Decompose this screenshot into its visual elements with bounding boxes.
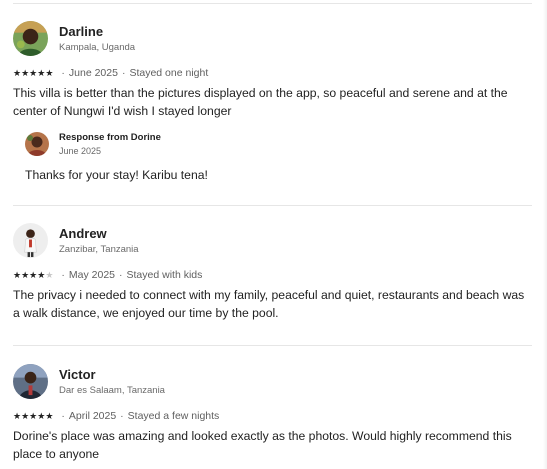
reviewer-location: Kampala, Uganda xyxy=(59,42,136,53)
reviewer-avatar[interactable] xyxy=(13,364,48,399)
reviewer-avatar[interactable] xyxy=(13,223,48,258)
person-photo-icon xyxy=(13,364,48,399)
review-divider xyxy=(13,205,532,206)
reviewer-name[interactable]: Andrew xyxy=(59,226,107,241)
reviewer-location: Dar es Salaam, Tanzania xyxy=(59,385,165,396)
star-icon: ★ xyxy=(29,410,38,421)
star-rating: ★ ★ ★ ★ ★ xyxy=(13,269,54,280)
star-icon: ★ xyxy=(21,410,30,421)
reviewer-name[interactable]: Victor xyxy=(59,367,96,382)
review-meta: ★ ★ ★ ★ ★ · June 2025 · Stayed one night xyxy=(13,66,532,80)
star-icon: ★ xyxy=(13,410,22,421)
reviewer-location: Zanzibar, Tanzania xyxy=(59,244,139,255)
star-icon: ★ xyxy=(29,67,38,78)
star-icon: ★ xyxy=(37,269,46,280)
review-meta: ★ ★ ★ ★ ★ · May 2025 · Stayed with kids xyxy=(13,268,532,282)
star-icon: ★ xyxy=(37,410,46,421)
reviewer-header: Andrew Zanzibar, Tanzania xyxy=(13,223,532,263)
host-avatar[interactable] xyxy=(25,132,49,156)
star-icon: ★ xyxy=(13,269,22,280)
review-card-darline: Darline Kampala, Uganda ★ ★ ★ ★ ★ · June… xyxy=(13,21,532,184)
person-photo-icon xyxy=(13,21,48,56)
meta-separator: · xyxy=(61,269,65,281)
star-rating: ★ ★ ★ ★ ★ xyxy=(13,410,54,421)
host-response: Response from Dorine June 2025 Thanks fo… xyxy=(13,130,532,184)
meta-separator: · xyxy=(61,410,65,422)
star-icon: ★ xyxy=(13,67,22,78)
response-title: Response from Dorine xyxy=(59,132,161,143)
person-photo-icon xyxy=(13,223,48,258)
star-icon: ★ xyxy=(21,269,30,280)
star-icon: ★ xyxy=(37,67,46,78)
star-icon: ★ xyxy=(45,67,54,78)
reviewer-header: Darline Kampala, Uganda xyxy=(13,21,532,61)
reviewer-avatar[interactable] xyxy=(13,21,48,56)
response-text: Thanks for your stay! Karibu tena! xyxy=(25,168,208,182)
stay-type: Stayed one night xyxy=(129,67,209,79)
review-date: May 2025 xyxy=(68,269,116,281)
review-text: Dorine's place was amazing and looked ex… xyxy=(13,429,512,461)
person-photo-icon xyxy=(25,132,49,156)
review-meta: ★ ★ ★ ★ ★ · April 2025 · Stayed a few ni… xyxy=(13,409,532,423)
meta-separator: · xyxy=(119,269,123,281)
review-card-andrew: Andrew Zanzibar, Tanzania ★ ★ ★ ★ ★ · Ma… xyxy=(13,223,532,322)
meta-separator: · xyxy=(61,67,65,79)
top-divider xyxy=(13,3,532,4)
scroll-edge xyxy=(543,0,547,469)
response-header: Response from Dorine June 2025 xyxy=(13,130,532,158)
review-text: The privacy i needed to connect with my … xyxy=(13,288,525,320)
review-card-victor: Victor Dar es Salaam, Tanzania ★ ★ ★ ★ ★… xyxy=(13,364,532,463)
star-icon: ★ xyxy=(29,269,38,280)
review-text: This villa is better than the pictures d… xyxy=(13,86,508,118)
response-date: June 2025 xyxy=(59,146,102,156)
star-empty-icon: ★ xyxy=(45,269,54,280)
review-date: June 2025 xyxy=(68,67,118,79)
star-icon: ★ xyxy=(45,410,54,421)
review-date: April 2025 xyxy=(68,410,117,422)
review-divider xyxy=(13,345,532,346)
stay-type: Stayed a few nights xyxy=(127,410,220,422)
star-rating: ★ ★ ★ ★ ★ xyxy=(13,67,54,78)
reviews-page: Darline Kampala, Uganda ★ ★ ★ ★ ★ · June… xyxy=(0,0,547,469)
reviewer-name[interactable]: Darline xyxy=(59,24,103,39)
meta-separator: · xyxy=(120,410,124,422)
stay-type: Stayed with kids xyxy=(126,269,203,281)
star-icon: ★ xyxy=(21,67,30,78)
meta-separator: · xyxy=(121,67,126,79)
reviewer-header: Victor Dar es Salaam, Tanzania xyxy=(13,364,532,404)
